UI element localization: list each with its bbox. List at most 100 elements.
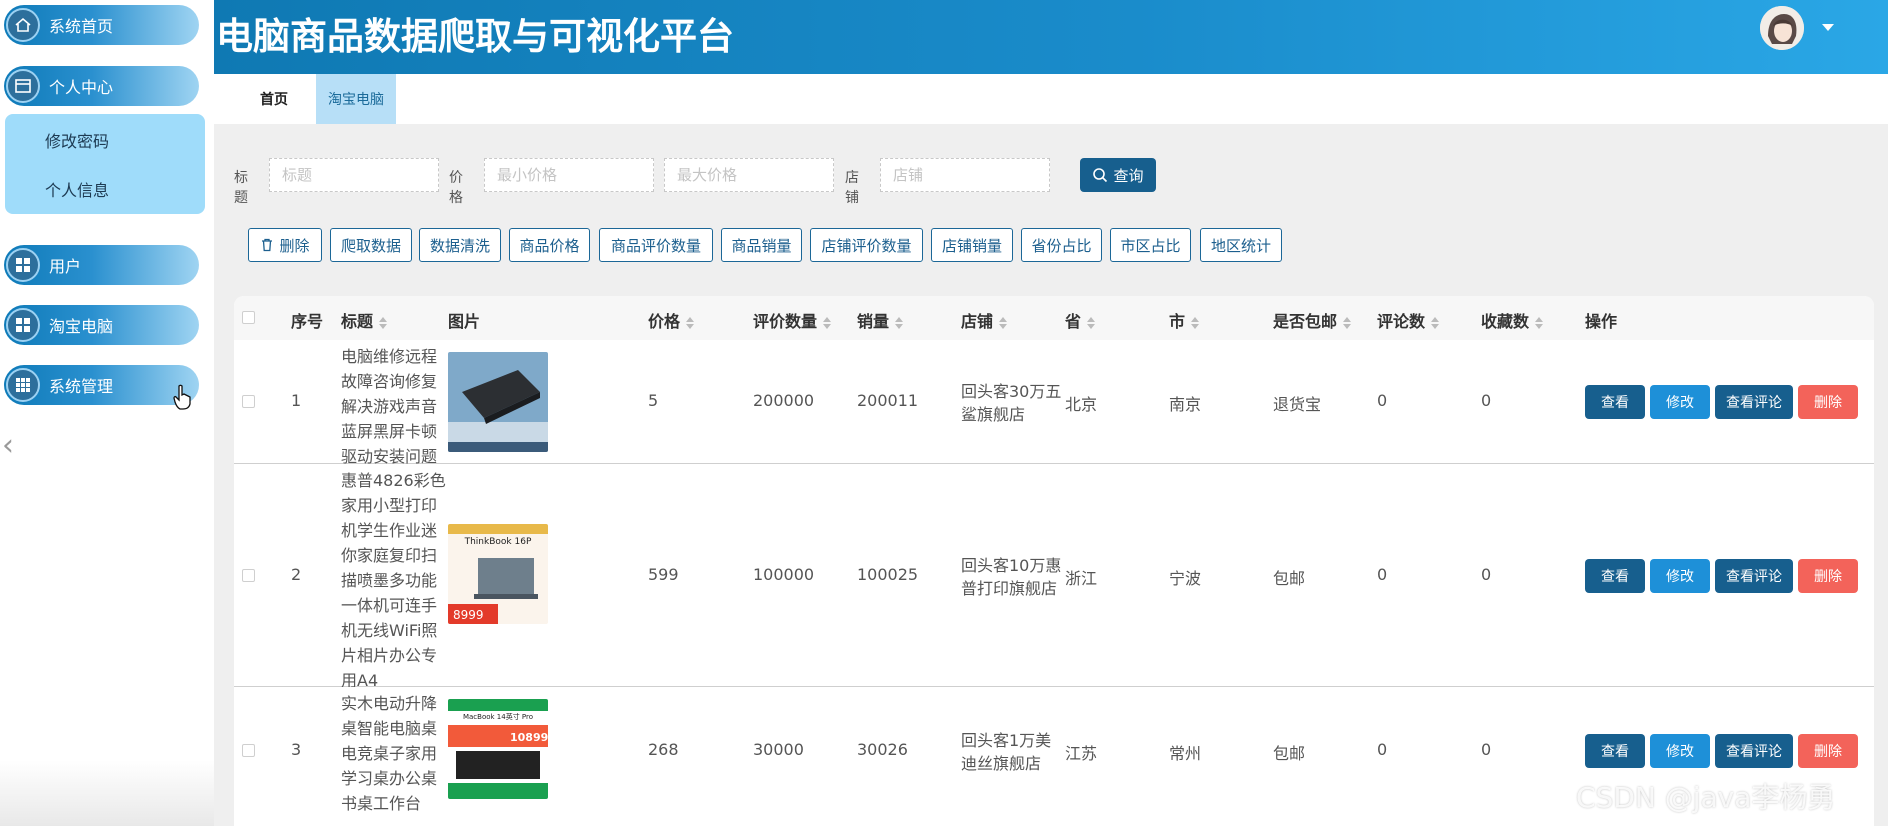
title-search-input[interactable] [269,158,439,192]
edit-button[interactable]: 修改 [1650,559,1710,593]
row-index: 2 [291,565,302,584]
crawl-data-button[interactable]: 爬取数据 [330,228,412,262]
row-checkbox[interactable] [242,569,255,582]
submenu-personal-info[interactable]: 个人信息 [45,177,109,201]
table-header: 序号 标题 图片 价格 评价数量 销量 店铺 省 市 是否包邮 评论数 收藏数 … [234,296,1874,340]
row-sales: 200011 [857,391,919,410]
sidebar-item-profile[interactable]: 个人中心 [4,66,199,106]
view-reviews-button[interactable]: 查看评论 [1715,734,1793,768]
batch-delete-label: 删除 [279,236,310,255]
min-price-input[interactable] [484,158,654,192]
product-image [448,352,548,452]
row-province: 江苏 [1065,744,1098,763]
row-sales: 30026 [857,740,908,759]
batch-delete-button[interactable]: 删除 [248,228,322,262]
province-share-button[interactable]: 省份占比 [1021,228,1102,262]
sidebar-item-users[interactable]: 用户 [4,245,199,285]
sort-icon[interactable] [1431,316,1440,329]
view-button[interactable]: 查看 [1585,734,1645,768]
tab-taobao-pc[interactable]: 淘宝电脑 [316,74,396,124]
sidebar-item-label: 淘宝电脑 [49,317,114,336]
col-index: 序号 [291,312,324,331]
row-shop: 回头客30万五鲨旗舰店 [961,382,1062,424]
row-province: 浙江 [1065,569,1098,588]
max-price-input[interactable] [664,158,834,192]
delete-button[interactable]: 删除 [1798,734,1858,768]
hand-cursor-icon [173,384,191,410]
row-index: 1 [291,391,302,410]
shop-sales-button[interactable]: 店铺销量 [931,228,1013,262]
col-price[interactable]: 价格 [648,308,695,332]
shop-search-input[interactable] [880,158,1050,192]
sidebar-item-system[interactable]: 系统管理 [4,365,199,405]
col-sales[interactable]: 销量 [857,308,904,332]
row-checkbox[interactable] [242,395,255,408]
sort-icon[interactable] [1343,316,1352,329]
col-free-shipping[interactable]: 是否包邮 [1273,308,1352,332]
view-button[interactable]: 查看 [1585,385,1645,419]
sort-icon[interactable] [1087,316,1096,329]
page-title: 电脑商品数据爬取与可视化平台 [216,15,734,58]
col-shop[interactable]: 店铺 [961,308,1008,332]
submenu-change-password[interactable]: 修改密码 [45,128,109,152]
row-shop: 回头客10万惠普打印旗舰店 [961,556,1062,598]
product-sales-button[interactable]: 商品销量 [721,228,802,262]
sidebar: 系统首页 个人中心 修改密码 个人信息 用户 淘宝电脑 系统管理 ‹ [0,0,214,826]
delete-button[interactable]: 删除 [1798,385,1858,419]
product-price-button[interactable]: 商品价格 [509,228,590,262]
region-stats-button[interactable]: 地区统计 [1200,228,1282,262]
view-reviews-button[interactable]: 查看评论 [1715,385,1793,419]
table-row: 1 电脑维修远程故障咨询修复解决游戏声音蓝屏黑屏卡顿驱动安装问题 5 20000… [234,340,1874,466]
sort-icon[interactable] [1191,316,1200,329]
col-operations: 操作 [1585,312,1618,331]
watermark: CSDN @java李杨勇 [1576,781,1836,814]
tab-home[interactable]: 首页 [234,74,314,124]
search-icon [1093,168,1108,183]
edit-button[interactable]: 修改 [1650,385,1710,419]
shop-label: 店铺 [845,170,859,206]
edit-button[interactable]: 修改 [1650,734,1710,768]
collapse-chevron-icon[interactable]: ‹ [2,428,14,463]
thumb-model-text: ThinkBook 16P [464,537,532,547]
sidebar-item-taobao-pc[interactable]: 淘宝电脑 [4,305,199,345]
col-image: 图片 [448,312,481,331]
select-all-checkbox[interactable] [242,311,255,324]
sort-icon[interactable] [999,316,1008,329]
row-shop: 回头客1万美迪丝旗舰店 [961,731,1052,773]
card-icon [6,69,40,103]
sort-icon[interactable] [823,316,832,329]
shop-review-count-button[interactable]: 店铺评价数量 [810,228,923,262]
sidebar-item-label: 个人中心 [49,78,114,97]
sort-icon[interactable] [895,316,904,329]
col-reviews[interactable]: 评价数量 [753,308,832,332]
city-share-button[interactable]: 市区占比 [1110,228,1191,262]
product-review-count-button[interactable]: 商品评价数量 [599,228,713,262]
col-favorites[interactable]: 收藏数 [1481,308,1544,332]
view-reviews-button[interactable]: 查看评论 [1715,559,1793,593]
profile-submenu: 修改密码 个人信息 [5,114,205,214]
chevron-down-icon[interactable] [1822,24,1834,31]
col-title[interactable]: 标题 [341,308,388,332]
col-city[interactable]: 市 [1169,308,1200,332]
sort-icon[interactable] [686,316,695,329]
sidebar-item-label: 系统首页 [49,17,114,36]
col-province[interactable]: 省 [1065,308,1096,332]
row-city: 宁波 [1169,569,1202,588]
sort-icon[interactable] [379,316,388,329]
row-price: 268 [648,740,679,759]
query-button[interactable]: 查询 [1080,158,1156,192]
avatar[interactable] [1760,6,1804,50]
sidebar-item-home[interactable]: 系统首页 [4,5,199,45]
delete-button[interactable]: 删除 [1798,559,1858,593]
product-image: ThinkBook 16P 8999 [448,524,548,624]
data-table: 序号 标题 图片 价格 评价数量 销量 店铺 省 市 是否包邮 评论数 收藏数 … [234,296,1874,826]
col-comments[interactable]: 评论数 [1377,308,1440,332]
home-icon [6,8,40,42]
row-checkbox[interactable] [242,744,255,757]
sort-icon[interactable] [1535,316,1544,329]
view-button[interactable]: 查看 [1585,559,1645,593]
data-clean-button[interactable]: 数据清洗 [419,228,501,262]
row-favorites: 0 [1481,565,1492,584]
row-comments: 0 [1377,565,1388,584]
row-favorites: 0 [1481,391,1492,410]
